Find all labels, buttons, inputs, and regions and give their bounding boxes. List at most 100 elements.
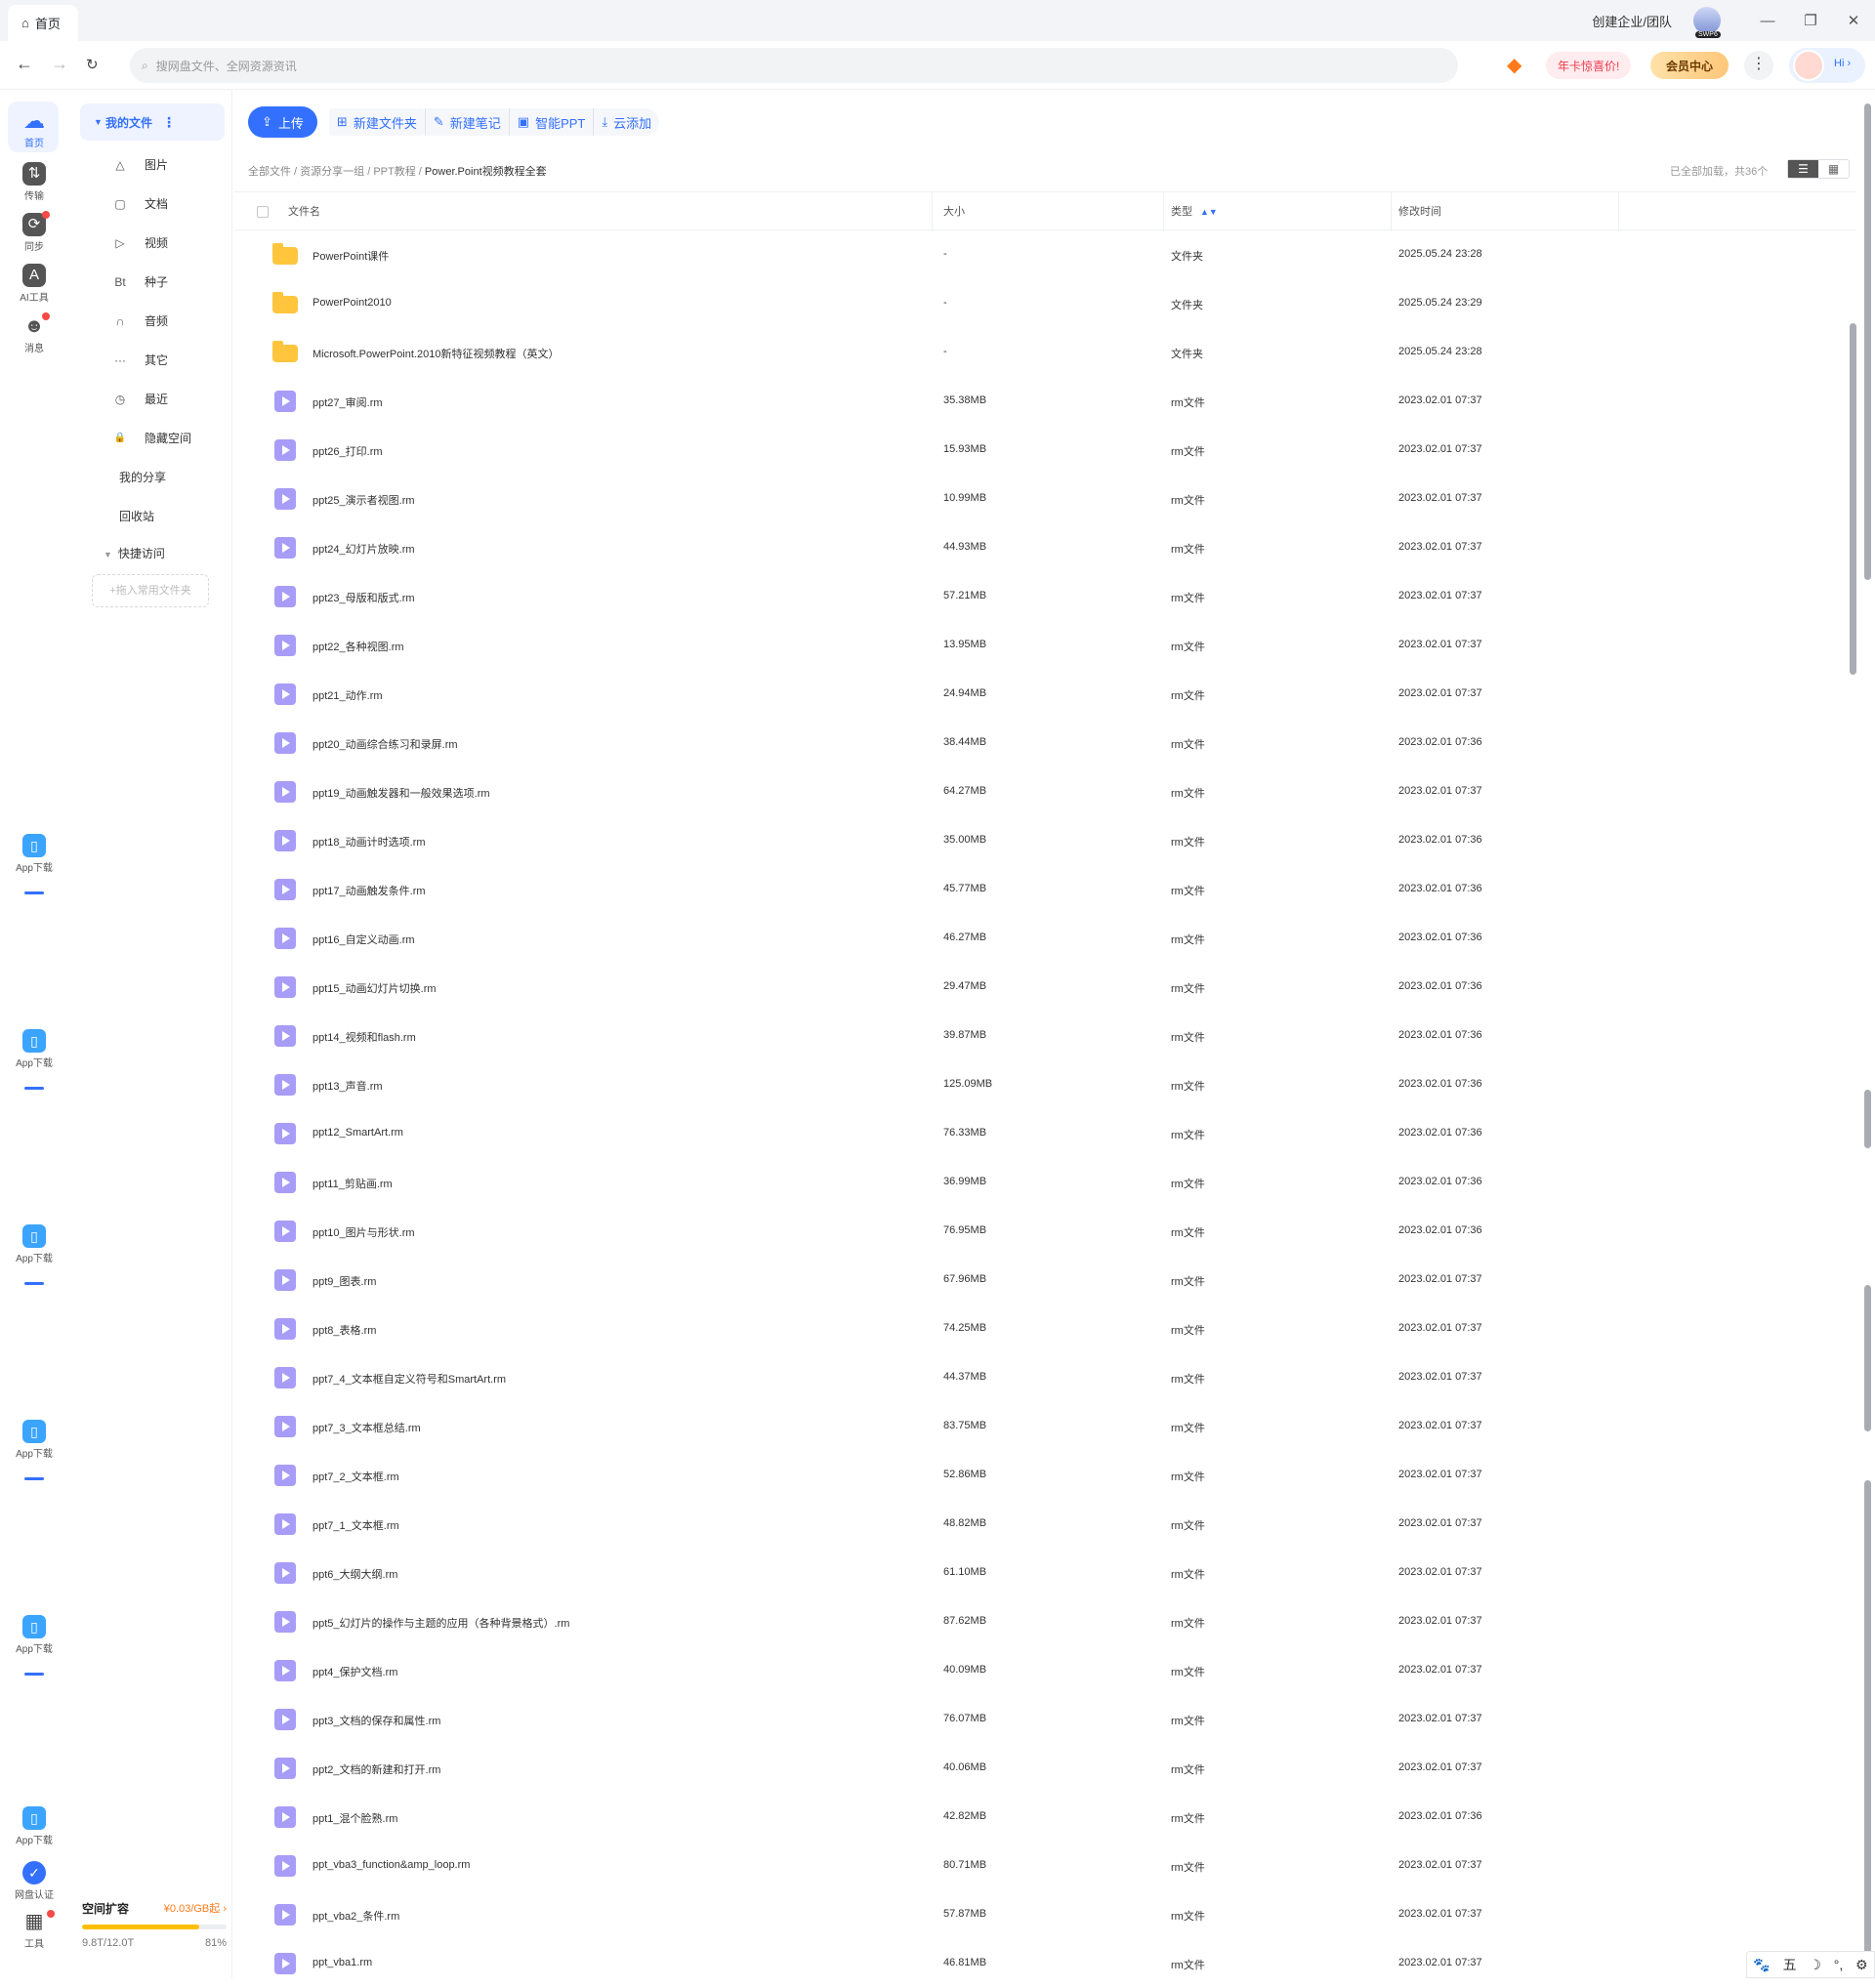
table-row[interactable]: Microsoft.PowerPoint.2010新特征视频教程（英文） - 文件夹… [233,328,1856,377]
sidebar-recycle-bin[interactable]: 回收站 [119,508,154,524]
file-name[interactable]: ppt21_动作.rm [312,687,383,703]
ime-punctuation-icon[interactable]: °, [1834,1957,1844,1972]
list-scrollbar[interactable] [1849,232,1856,1978]
file-name[interactable]: ppt_vba1.rm [312,1957,372,1968]
file-name[interactable]: PowerPoint2010 [312,297,392,309]
table-row[interactable]: ppt11_剪贴画.rm 36.99MB rm文件 2023.02.01 07:36 [233,1158,1856,1207]
select-all-checkbox[interactable] [257,206,269,218]
sidebar-item-recent[interactable]: ◷ 最近 [113,391,168,407]
app-download-button[interactable]: ▯ App下载 [0,1224,68,1285]
table-row[interactable]: ppt7_2_文本框.rm 52.86MB rm文件 2023.02.01 07:37 [233,1451,1856,1500]
forward-icon[interactable]: → [51,54,68,74]
page-scrollbar-thumb[interactable] [1864,1090,1871,1148]
page-scrollbar-thumb[interactable] [1864,1480,1871,1968]
table-row[interactable]: ppt17_动画触发条件.rm 45.77MB rm文件 2023.02.01 07:… [233,865,1856,914]
table-row[interactable]: ppt23_母版和版式.rm 57.21MB rm文件 2023.02.01 07:3… [233,572,1856,621]
file-name[interactable]: ppt7_1_文本框.rm [312,1517,399,1533]
table-row[interactable]: ppt7_4_文本框自定义符号和SmartArt.rm 44.37MB rm文件 20… [233,1353,1856,1402]
table-row[interactable]: ppt21_动作.rm 24.94MB rm文件 2023.02.01 07:37 [233,670,1856,719]
column-name[interactable]: 文件名 [288,192,933,231]
file-name[interactable]: PowerPoint课件 [312,248,389,264]
table-row[interactable]: ppt13_声音.rm 125.09MB rm文件 2023.02.01 07:36 [233,1060,1856,1109]
app-download-button[interactable]: ▯ App下载 [0,1615,68,1676]
ime-wubi-label[interactable]: 五 [1783,1955,1797,1974]
cloud-add-button[interactable]: ⤓ 云添加 [593,108,660,136]
table-row[interactable]: ppt4_保护文档.rm 40.09MB rm文件 2023.02.01 07:37 [233,1646,1856,1695]
ime-settings-icon[interactable]: ⚙ [1855,1957,1868,1973]
file-name[interactable]: ppt2_文档的新建和打开.rm [312,1761,440,1777]
table-row[interactable]: ppt20_动画综合练习和录屏.rm 38.44MB rm文件 2023.02.01 … [233,719,1856,767]
table-row[interactable]: ppt9_图表.rm 67.96MB rm文件 2023.02.01 07:37 [233,1256,1856,1305]
table-row[interactable]: ppt1_混个脸熟.rm 42.82MB rm文件 2023.02.01 07:36 [233,1793,1856,1842]
table-row[interactable]: ppt_vba1.rm 46.81MB rm文件 2023.02.01 07:37 [233,1939,1856,1988]
app-download-button[interactable]: ▯ App下载 [0,1806,68,1846]
sidebar-item-audio[interactable]: ∩ 音频 [113,312,168,329]
create-team-link[interactable]: 创建企业/团队 [1592,12,1672,30]
file-name[interactable]: ppt7_4_文本框自定义符号和SmartArt.rm [312,1371,506,1387]
minimize-button[interactable]: — [1746,13,1789,29]
quick-access-drop-zone[interactable]: +拖入常用文件夹 [92,574,209,607]
list-view-icon[interactable]: ☰ [1788,160,1818,178]
file-name[interactable]: ppt25_演示者视图.rm [312,492,415,508]
file-name[interactable]: ppt15_动画幻灯片切换.rm [312,980,437,996]
page-scrollbar-thumb[interactable] [1864,1285,1871,1431]
upload-button[interactable]: ⇪ 上传 [248,106,317,138]
file-name[interactable]: ppt26_打印.rm [312,443,383,459]
tools-button[interactable]: ▦ 工具 [0,1910,68,1950]
app-download-button[interactable]: ▯ App下载 [0,1420,68,1480]
table-row[interactable]: ppt8_表格.rm 74.25MB rm文件 2023.02.01 07:37 [233,1305,1856,1353]
ime-moon-icon[interactable]: ☽ [1809,1957,1821,1973]
kebab-icon[interactable]: ⋮ [162,114,176,131]
file-name[interactable]: ppt16_自定义动画.rm [312,932,415,947]
sidebar-item-images[interactable]: △ 图片 [113,156,168,173]
sidebar-item-torrents[interactable]: Bt 种子 [113,273,168,290]
file-name[interactable]: ppt20_动画综合练习和录屏.rm [312,736,458,752]
table-row[interactable]: ppt_vba3_function&amp_loop.rm 80.71MB rm文件… [233,1842,1856,1890]
table-row[interactable]: ppt_vba2_条件.rm 57.87MB rm文件 2023.02.01 07:3… [233,1890,1856,1939]
assistant-greeting[interactable]: Hi › [1789,48,1865,83]
file-name[interactable]: ppt13_声音.rm [312,1078,383,1094]
table-row[interactable]: ppt25_演示者视图.rm 10.99MB rm文件 2023.02.01 07:3… [233,475,1856,523]
grid-view-icon[interactable]: ▦ [1818,160,1849,178]
game-controller-icon[interactable]: ◆ [1507,53,1521,77]
sidebar-item-hidden-space[interactable]: 🔒 隐藏空间 [113,430,191,446]
restore-button[interactable]: ❐ [1789,12,1832,29]
list-scrollbar-thumb[interactable] [1850,323,1856,675]
tab-home[interactable]: ⌂ 首页 [8,5,78,41]
refresh-icon[interactable]: ↻ [86,56,99,73]
file-name[interactable]: ppt27_审阅.rm [312,394,383,410]
file-name[interactable]: ppt7_2_文本框.rm [312,1469,399,1484]
table-row[interactable]: PowerPoint课件 - 文件夹 2025.05.24 23:28 [233,230,1856,279]
sidebar-item-documents[interactable]: ▢ 文档 [113,195,168,212]
table-row[interactable]: ppt27_审阅.rm 35.38MB rm文件 2023.02.01 07:37 [233,377,1856,426]
file-name[interactable]: ppt10_图片与形状.rm [312,1224,415,1240]
rail-item-transfer[interactable]: ⇅ 传输 [0,162,68,202]
file-name[interactable]: ppt18_动画计时选项.rm [312,834,426,849]
file-name[interactable]: ppt_vba3_function&amp_loop.rm [312,1859,470,1871]
column-modified[interactable]: 修改时间 [1398,192,1619,231]
file-name[interactable]: ppt23_母版和版式.rm [312,590,415,605]
table-row[interactable]: ppt22_各种视图.rm 13.95MB rm文件 2023.02.01 07:37 [233,621,1856,670]
search-input[interactable]: ⌕ 搜网盘文件、全网资源资讯 [130,48,1458,83]
file-name[interactable]: ppt24_幻灯片放映.rm [312,541,415,557]
file-name[interactable]: ppt14_视频和flash.rm [312,1029,416,1045]
file-name[interactable]: ppt_vba2_条件.rm [312,1908,399,1924]
new-note-button[interactable]: ✎ 新建笔记 [424,108,509,136]
smart-ppt-button[interactable]: ▣ 智能PPT [508,108,594,136]
member-center-button[interactable]: 会员中心 [1650,52,1729,79]
sidebar-item-videos[interactable]: ▷ 视频 [113,234,168,251]
file-name[interactable]: ppt1_混个脸熟.rm [312,1810,397,1826]
file-name[interactable]: Microsoft.PowerPoint.2010新特征视频教程（英文） [312,346,559,361]
table-row[interactable]: ppt24_幻灯片放映.rm 44.93MB rm文件 2023.02.01 07:3… [233,523,1856,572]
table-row[interactable]: ppt18_动画计时选项.rm 35.00MB rm文件 2023.02.01 07:… [233,816,1856,865]
file-name[interactable]: ppt7_3_文本框总结.rm [312,1420,421,1435]
table-row[interactable]: ppt14_视频和flash.rm 39.87MB rm文件 2023.02.01 0… [233,1012,1856,1060]
page-scrollbar-thumb[interactable] [1864,104,1871,580]
table-row[interactable]: ppt7_3_文本框总结.rm 83.75MB rm文件 2023.02.01 07:… [233,1402,1856,1451]
app-download-button[interactable]: ▯ App下载 [0,834,68,894]
more-options-button[interactable]: ⋮ [1744,51,1773,80]
table-row[interactable]: ppt19_动画触发器和一般效果选项.rm 64.27MB rm文件 2023.02.… [233,767,1856,816]
table-row[interactable]: ppt2_文档的新建和打开.rm 40.06MB rm文件 2023.02.01 07… [233,1744,1856,1793]
file-name[interactable]: ppt3_文档的保存和属性.rm [312,1713,440,1728]
close-button[interactable]: ✕ [1832,12,1875,29]
